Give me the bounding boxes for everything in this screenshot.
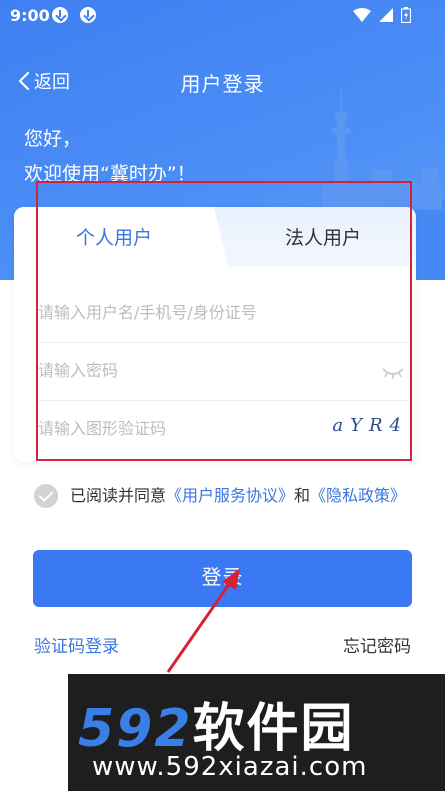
wifi-icon [353,8,371,22]
watermark-number: 592 [78,699,193,759]
agreement-text: 已阅读并同意《用户服务协议》和《隐私政策》 [70,484,415,507]
login-button[interactable]: 登录 [33,550,412,607]
service-agreement-link[interactable]: 《用户服务协议》 [166,486,294,505]
watermark-logo: 592软件园 [78,686,355,761]
download-icon [80,7,96,23]
check-icon[interactable] [34,484,58,508]
privacy-policy-link[interactable]: 《隐私政策》 [310,486,406,505]
greeting-line-1: 您好， [24,128,82,150]
agreement-conjunction: 和 [294,486,311,505]
battery-icon [401,7,411,23]
forgot-password-link[interactable]: 忘记密码 [343,632,411,657]
watermark-brand: 软件园 [192,699,355,759]
watermark-url: www.592xiazai.com [92,752,368,782]
watermark-banner: 592软件园 www.592xiazai.com [68,674,445,791]
agreement-prefix: 已阅读并同意 [70,486,167,505]
sms-code-login-link[interactable]: 验证码登录 [34,632,119,657]
signal-icon [379,8,393,22]
status-bar: 9:00 [0,0,445,32]
status-time: 9:00 [10,6,50,25]
download-icon [52,7,68,23]
annotation-highlight-box [36,181,412,461]
